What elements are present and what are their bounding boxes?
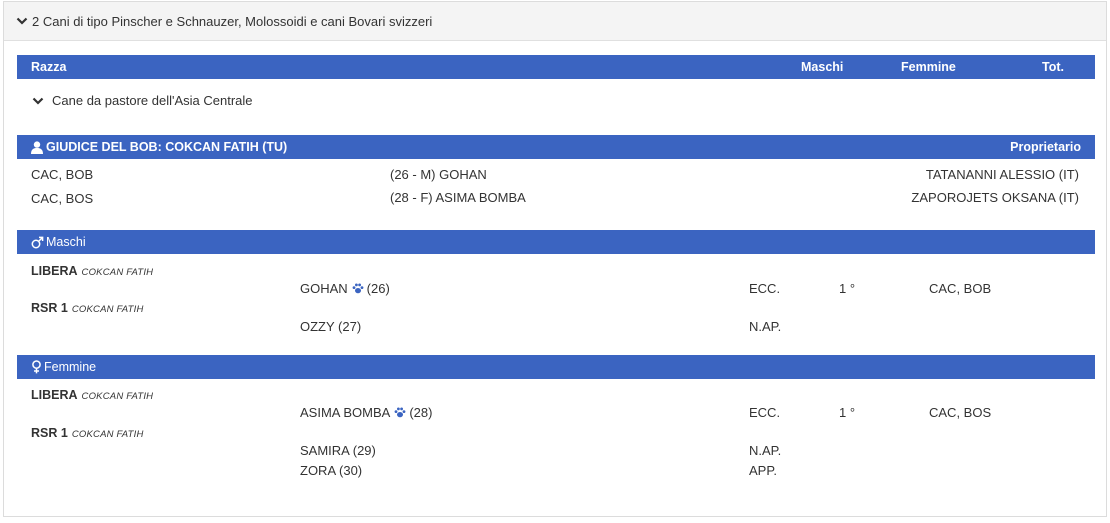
female-symbol-icon xyxy=(31,360,42,374)
class-label: RSR 1 COKCAN FATIH xyxy=(31,425,144,440)
bob-row-dog[interactable]: (26 - M) GOHAN xyxy=(390,167,487,182)
male-symbol-icon xyxy=(31,236,44,249)
results-panel: 2 Cani di tipo Pinscher e Schnauzer, Mol… xyxy=(3,1,1107,517)
paw-icon xyxy=(352,283,364,294)
class-judge: COKCAN FATIH xyxy=(71,429,144,440)
entry-place: 1 ° xyxy=(839,281,856,296)
entry-rating: ECC. xyxy=(749,405,781,420)
entry-dog[interactable]: ZORA (30) xyxy=(300,463,362,478)
entry-dog[interactable]: SAMIRA (29) xyxy=(300,443,376,458)
bob-judge-title: GIUDICE DEL BOB: COKCAN FATIH (TU) xyxy=(46,140,288,154)
breed-name: Cane da pastore dell'Asia Centrale xyxy=(52,93,253,108)
entry-dog[interactable]: OZZY (27) xyxy=(300,319,361,334)
entry-rating: N.AP. xyxy=(749,443,782,458)
females-section-bar: Femmine xyxy=(17,355,1095,379)
males-section-bar: Maschi xyxy=(17,230,1095,254)
group-header[interactable]: 2 Cani di tipo Pinscher e Schnauzer, Mol… xyxy=(4,2,1106,41)
entry-dog[interactable]: GOHAN xyxy=(300,281,348,296)
class-judge: COKCAN FATIH xyxy=(71,304,144,315)
entry-dog[interactable]: ASIMA BOMBA xyxy=(300,405,390,420)
bob-row-dog[interactable]: (28 - F) ASIMA BOMBA xyxy=(390,190,526,205)
column-breed: Razza xyxy=(31,60,67,74)
class-name: RSR 1 xyxy=(31,426,68,440)
class-judge: COKCAN FATIH xyxy=(81,391,154,402)
males-label: Maschi xyxy=(46,235,86,249)
bob-row-owner: TATANANNI ALESSIO (IT) xyxy=(925,167,1079,182)
column-males: Maschi xyxy=(801,60,844,74)
bob-judge-bar: GIUDICE DEL BOB: COKCAN FATIH (TU) Propr… xyxy=(17,135,1095,159)
table-header-bar: Razza Maschi Femmine Tot. xyxy=(17,55,1095,79)
breed-row[interactable]: Cane da pastore dell'Asia Centrale xyxy=(32,93,253,108)
class-label: LIBERA COKCAN FATIH xyxy=(31,387,153,402)
class-name: LIBERA xyxy=(31,388,78,402)
class-label: RSR 1 COKCAN FATIH xyxy=(31,300,144,315)
paw-icon xyxy=(394,407,406,418)
class-label: LIBERA COKCAN FATIH xyxy=(31,263,153,278)
entry-award: CAC, BOB xyxy=(929,281,992,296)
females-label: Femmine xyxy=(44,360,97,374)
class-name: RSR 1 xyxy=(31,301,68,315)
group-title: 2 Cani di tipo Pinscher e Schnauzer, Mol… xyxy=(32,13,433,29)
column-females: Femmine xyxy=(901,60,956,74)
chevron-down-icon xyxy=(16,15,28,27)
entry-rating: APP. xyxy=(749,463,777,478)
entry-rating: ECC. xyxy=(749,281,781,296)
bob-row-owner: ZAPOROJETS OKSANA (IT) xyxy=(911,190,1079,205)
bob-row-title: CAC, BOB xyxy=(31,167,94,182)
owner-column-label: Proprietario xyxy=(1010,140,1081,154)
entry-rating: N.AP. xyxy=(749,319,782,334)
chevron-down-icon xyxy=(32,95,44,107)
bob-row-title: CAC, BOS xyxy=(31,191,94,206)
entry-number: (28) xyxy=(409,405,433,420)
column-total: Tot. xyxy=(1042,60,1064,74)
entry-place: 1 ° xyxy=(839,405,856,420)
entry-number: (26) xyxy=(366,281,390,296)
user-icon xyxy=(31,140,43,154)
entry-award: CAC, BOS xyxy=(929,405,992,420)
class-judge: COKCAN FATIH xyxy=(81,267,154,278)
class-name: LIBERA xyxy=(31,264,78,278)
